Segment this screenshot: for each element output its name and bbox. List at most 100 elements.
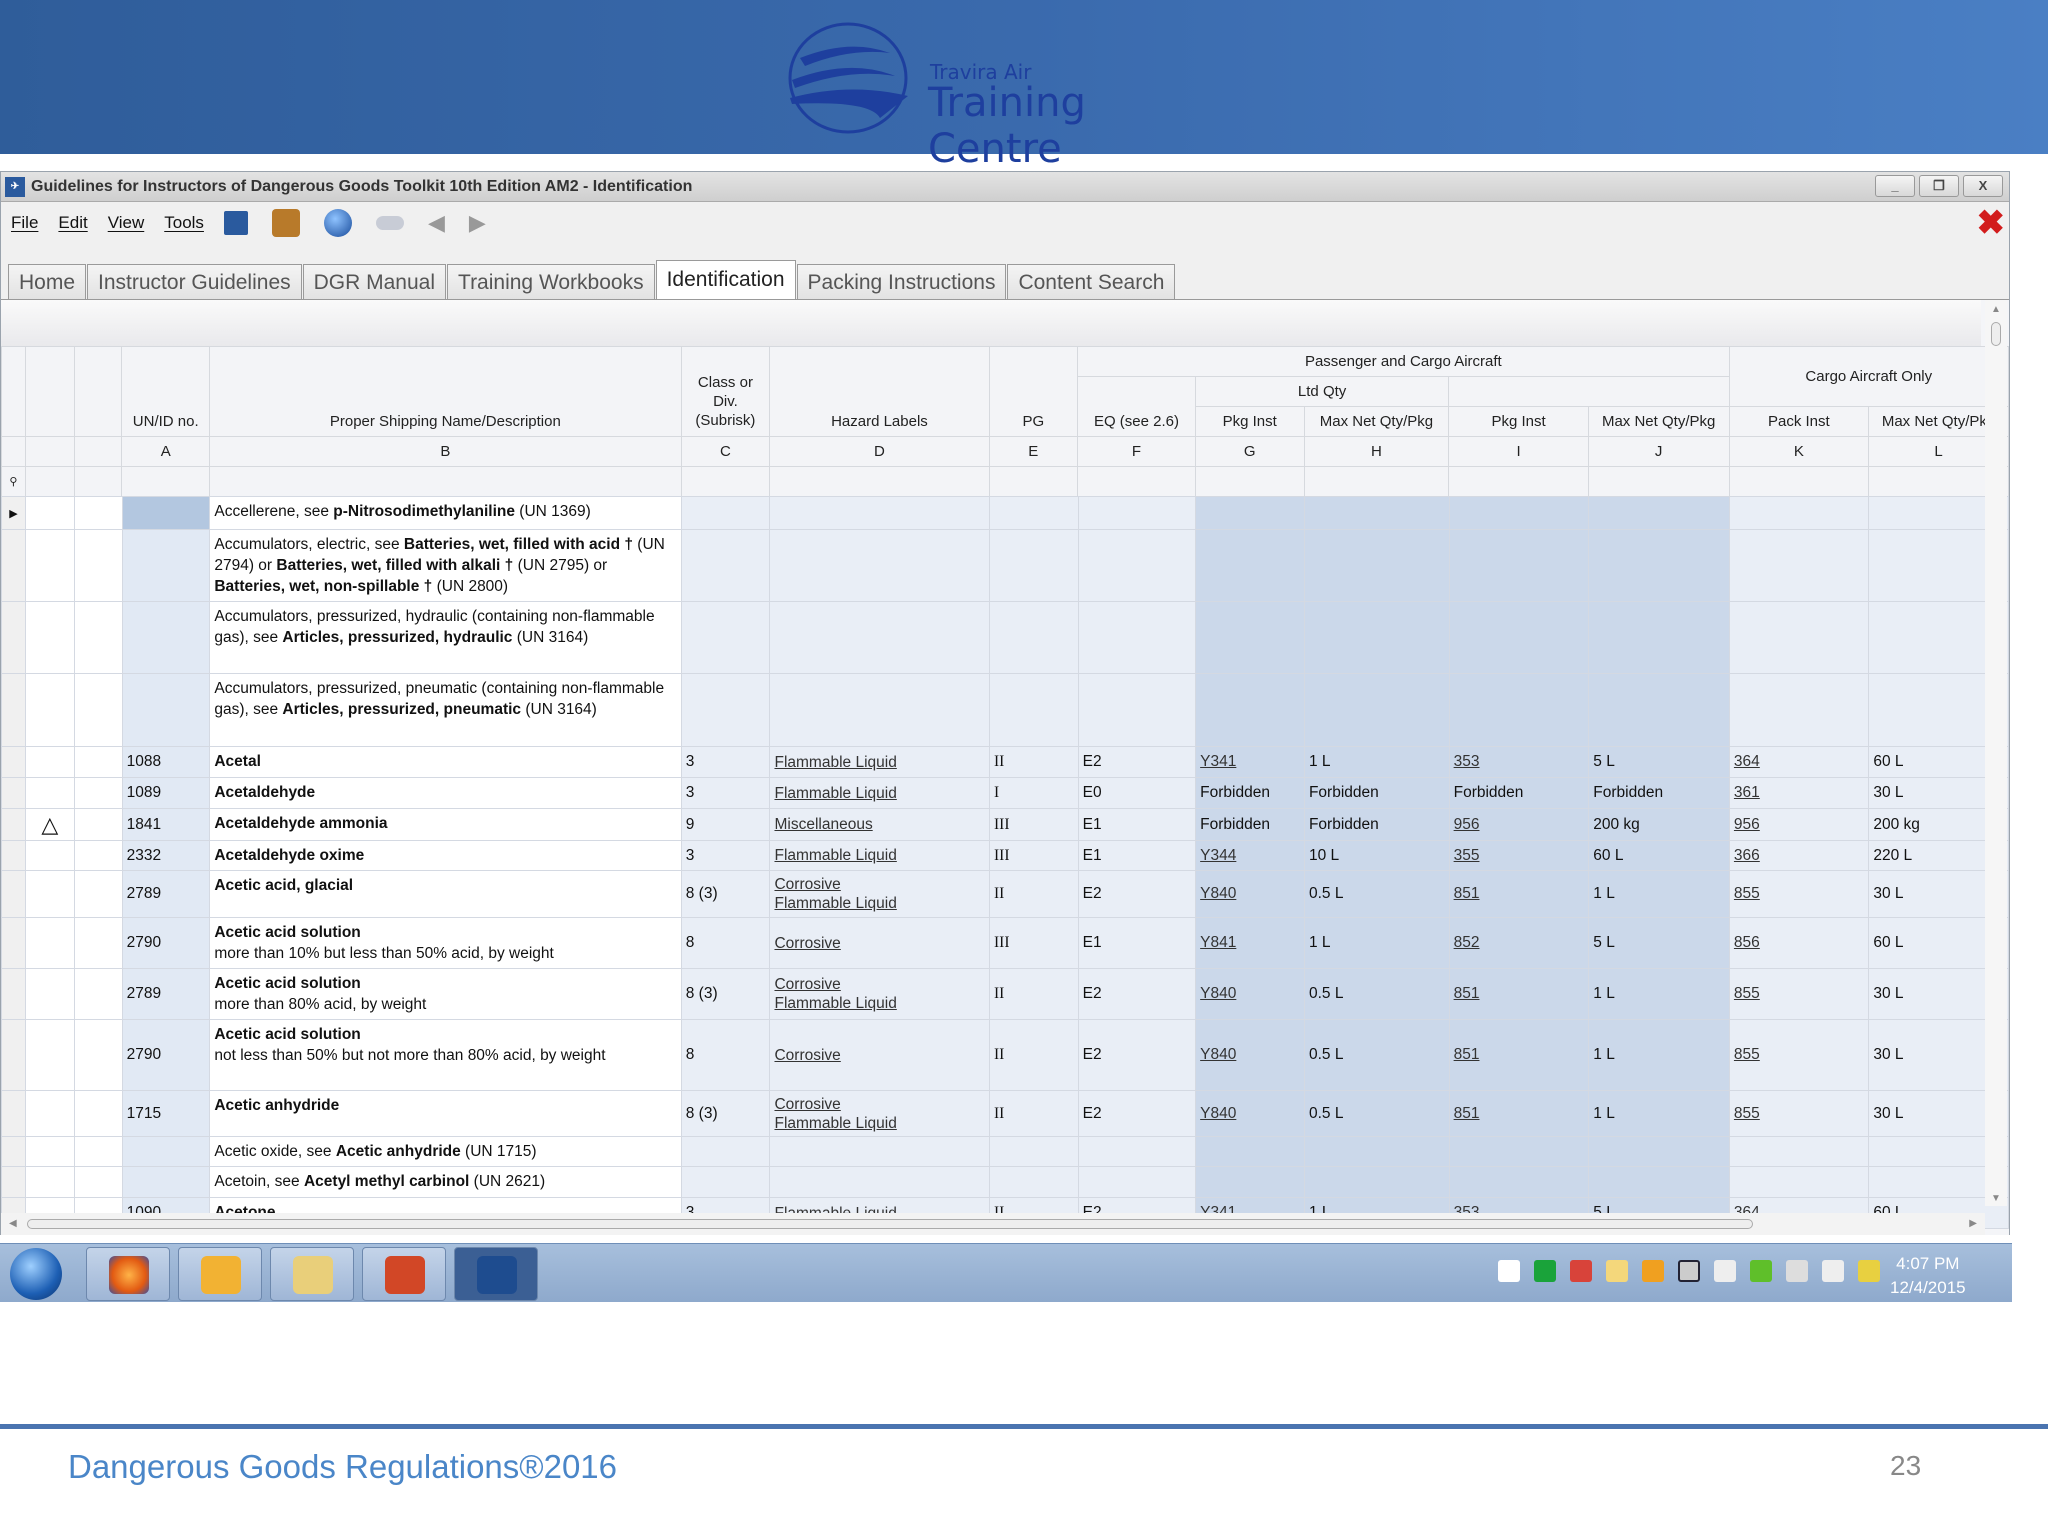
shipping-name[interactable]: Acetic acid solution more than 10% but le… [209, 917, 682, 969]
filter-cell[interactable] [769, 466, 990, 497]
hazard-label-link[interactable]: Corrosive [774, 876, 840, 893]
ltd-pkg-inst-link[interactable]: Y841 [1200, 934, 1236, 951]
filter-cell[interactable] [73, 466, 123, 497]
row-indicator[interactable] [1, 870, 26, 918]
table-row[interactable]: 2790 Acetic acid solution more than 10% bu… [1, 917, 2009, 969]
close-document-icon[interactable]: ✖ [1977, 206, 2006, 240]
filter-cell[interactable] [1077, 466, 1196, 497]
row-indicator[interactable] [1, 840, 26, 871]
filter-cell[interactable] [121, 466, 211, 497]
hazard-label-link[interactable]: Corrosive [774, 976, 840, 993]
ltd-pkg-inst-link[interactable]: Y840 [1200, 885, 1236, 902]
header-un[interactable]: UN/ID no. [121, 346, 211, 437]
filter-cell[interactable] [1194, 466, 1305, 497]
taskbar-iata[interactable] [454, 1247, 538, 1301]
filter-pin-icon[interactable]: ⚲ [1, 466, 26, 497]
airplane-icon[interactable] [375, 216, 404, 230]
cargo-pack-inst-link[interactable]: 856 [1734, 934, 1760, 951]
shipping-name[interactable]: Accumulators, pressurized, hydraulic (co… [209, 601, 682, 674]
nvidia-icon[interactable] [1750, 1260, 1772, 1282]
cargo-pack-inst-link[interactable]: 364 [1734, 753, 1760, 770]
taskbar-explorer[interactable] [270, 1247, 354, 1301]
network-warning-icon[interactable] [1858, 1260, 1880, 1282]
ltd-pkg-inst-link[interactable]: Y840 [1200, 985, 1236, 1002]
ltd-pkg-inst-link[interactable]: Y840 [1200, 1105, 1236, 1122]
vertical-scrollbar[interactable]: ▲ ▼ [1985, 300, 2007, 1206]
table-row[interactable]: Accumulators, electric, see Batteries, w… [1, 529, 2009, 602]
filter-cell[interactable] [1448, 466, 1589, 497]
ltd-pkg-inst-link[interactable]: Y840 [1200, 1046, 1236, 1063]
table-row[interactable]: 1088 Acetal 3 Flammable Liquid II E2 Y341 1 L 35… [1, 746, 2009, 778]
tab-training-workbooks[interactable]: Training Workbooks [447, 264, 655, 300]
shipping-name[interactable]: Acetoin, see Acetyl methyl carbinol (UN … [209, 1166, 682, 1198]
clock[interactable]: 4:07 PM 12/4/2015 [1890, 1252, 1966, 1300]
horizontal-scrollbar[interactable]: ◀ ▶ [1, 1213, 1985, 1235]
filter-cell[interactable] [680, 466, 771, 497]
row-indicator[interactable] [1, 777, 26, 809]
filter-cell[interactable] [1587, 466, 1730, 497]
row-indicator[interactable] [1, 746, 26, 778]
volume-icon[interactable] [1786, 1260, 1808, 1282]
row-indicator[interactable]: ▶ [1, 496, 26, 530]
table-row[interactable]: 1089 Acetaldehyde 3 Flammable Liquid I E0 Forb… [1, 777, 2009, 809]
forward-arrow-icon[interactable]: ▶ [469, 210, 486, 236]
row-indicator[interactable] [1, 601, 26, 674]
header-pg[interactable]: PG [988, 346, 1079, 437]
shipping-name[interactable]: Acetaldehyde ammonia [209, 808, 682, 841]
table-row[interactable]: Acetic oxide, see Acetic anhydride (UN 1… [1, 1136, 2009, 1167]
triangle-app-icon[interactable] [1534, 1260, 1556, 1282]
ccleaner-icon[interactable] [1570, 1260, 1592, 1282]
pax-pkg-inst-link[interactable]: 355 [1454, 847, 1480, 864]
taskbar-powerpoint[interactable] [362, 1247, 446, 1301]
pax-pkg-inst-link[interactable]: 956 [1454, 816, 1480, 833]
mail-icon[interactable] [1606, 1260, 1628, 1282]
shipping-name[interactable]: Accumulators, electric, see Batteries, w… [209, 529, 682, 602]
cargo-pack-inst-link[interactable]: 855 [1734, 1105, 1760, 1122]
taskbar-firefox[interactable] [86, 1247, 170, 1301]
cargo-pack-inst-link[interactable]: 366 [1734, 847, 1760, 864]
shipping-name[interactable]: Acetic acid solution not less than 50% bu… [209, 1019, 682, 1091]
ltd-pkg-inst-link[interactable]: Y341 [1200, 753, 1236, 770]
row-indicator[interactable] [1, 529, 26, 602]
minimize-button[interactable]: _ [1875, 175, 1915, 197]
row-indicator[interactable] [1, 808, 26, 841]
hazard-label-link[interactable]: Flammable Liquid [774, 995, 896, 1012]
cargo-pack-inst-link[interactable]: 855 [1734, 885, 1760, 902]
filter-cell[interactable] [24, 466, 75, 497]
windows-icon[interactable] [1498, 1260, 1520, 1282]
pax-pkg-inst-link[interactable]: 851 [1454, 985, 1480, 1002]
shipping-name[interactable]: Acetic acid, glacial [209, 870, 682, 918]
power-icon[interactable] [1822, 1260, 1844, 1282]
hazard-label-link[interactable]: Corrosive [774, 1096, 840, 1113]
menu-tools[interactable]: Tools [164, 213, 204, 233]
table-row[interactable]: ▶ Accellerene, see p-Nitrosodimethylanili… [1, 496, 2009, 530]
header-g[interactable]: Pkg Inst [1194, 406, 1305, 437]
header-k[interactable]: Pack Inst [1728, 406, 1870, 437]
cargo-pack-inst-link[interactable]: 855 [1734, 1046, 1760, 1063]
iata-icon[interactable] [223, 211, 248, 235]
row-indicator[interactable] [1, 1166, 26, 1198]
tab-dgr-manual[interactable]: DGR Manual [302, 264, 447, 300]
filter-cell[interactable] [209, 466, 682, 497]
table-row[interactable]: Accumulators, pressurized, hydraulic (co… [1, 601, 2009, 674]
tab-home[interactable]: Home [8, 264, 87, 300]
shipping-name[interactable]: Acetal [209, 746, 682, 778]
hazard-label-link[interactable]: Flammable Liquid [774, 1115, 896, 1132]
header-hazard[interactable]: Hazard Labels [769, 346, 990, 437]
hazard-label-link[interactable]: Flammable Liquid [774, 754, 896, 771]
hazard-label-link[interactable]: Miscellaneous [774, 816, 872, 833]
menu-file[interactable]: File [11, 213, 38, 233]
shipping-name[interactable]: Accellerene, see p-Nitrosodimethylanilin… [209, 496, 682, 530]
row-indicator[interactable] [1, 968, 26, 1020]
window-close-button[interactable]: X [1963, 175, 2003, 197]
row-indicator[interactable] [1, 917, 26, 969]
globe-icon[interactable] [323, 209, 352, 237]
tab-identification[interactable]: Identification [655, 260, 796, 300]
pax-pkg-inst-link[interactable]: 852 [1454, 934, 1480, 951]
package-icon[interactable] [271, 209, 300, 237]
tab-packing-instructions[interactable]: Packing Instructions [796, 264, 1007, 300]
pax-pkg-inst-link[interactable]: 851 [1454, 1046, 1480, 1063]
header-h[interactable]: Max Net Qty/Pkg [1303, 406, 1450, 437]
restore-button[interactable]: ❐ [1919, 175, 1959, 197]
header-eq[interactable]: EQ (see 2.6) [1077, 376, 1196, 437]
